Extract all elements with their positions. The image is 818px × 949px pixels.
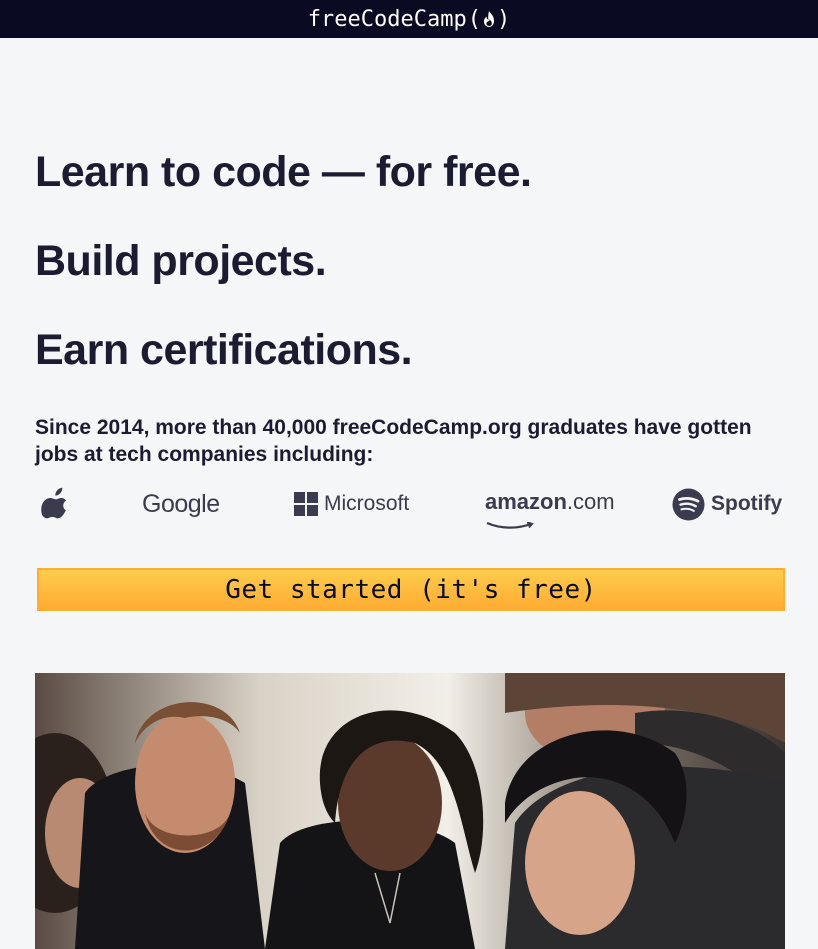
brand-name: freeCodeCamp xyxy=(307,6,467,32)
spotify-logo-text: Spotify xyxy=(711,492,783,515)
microsoft-logo-text: Microsoft xyxy=(324,492,410,515)
campers-photo xyxy=(35,673,785,949)
spotify-logo-icon xyxy=(672,488,705,521)
headline-build: Build projects. xyxy=(35,237,327,285)
amazon-smile-icon xyxy=(485,510,545,529)
get-started-button[interactable]: Get started (it's free) xyxy=(37,568,785,611)
brand-paren-open: ( xyxy=(467,6,481,32)
apple-logo-icon xyxy=(39,482,71,526)
company-logos: Google Microsoft amazon .com Spotify xyxy=(35,482,787,529)
top-navigation-bar: freeCodeCamp ( ) xyxy=(0,0,818,38)
graduates-statement: Since 2014, more than 40,000 freeCodeCam… xyxy=(35,416,752,466)
amazon-logo: amazon .com xyxy=(485,482,615,529)
headline-earn: Earn certifications. xyxy=(35,326,413,374)
headline-learn: Learn to code — for free. xyxy=(35,148,532,196)
windows-logo-icon xyxy=(294,492,318,516)
fire-icon xyxy=(482,10,496,28)
brand-logo-link[interactable]: freeCodeCamp ( ) xyxy=(308,7,510,32)
amazon-logo-suffix: .com xyxy=(566,488,615,514)
brand-paren-close: ) xyxy=(496,6,511,32)
microsoft-logo: Microsoft xyxy=(294,482,409,526)
google-logo: Google xyxy=(142,482,220,526)
spotify-logo: Spotify xyxy=(672,482,782,526)
google-logo-text: Google xyxy=(142,489,220,518)
